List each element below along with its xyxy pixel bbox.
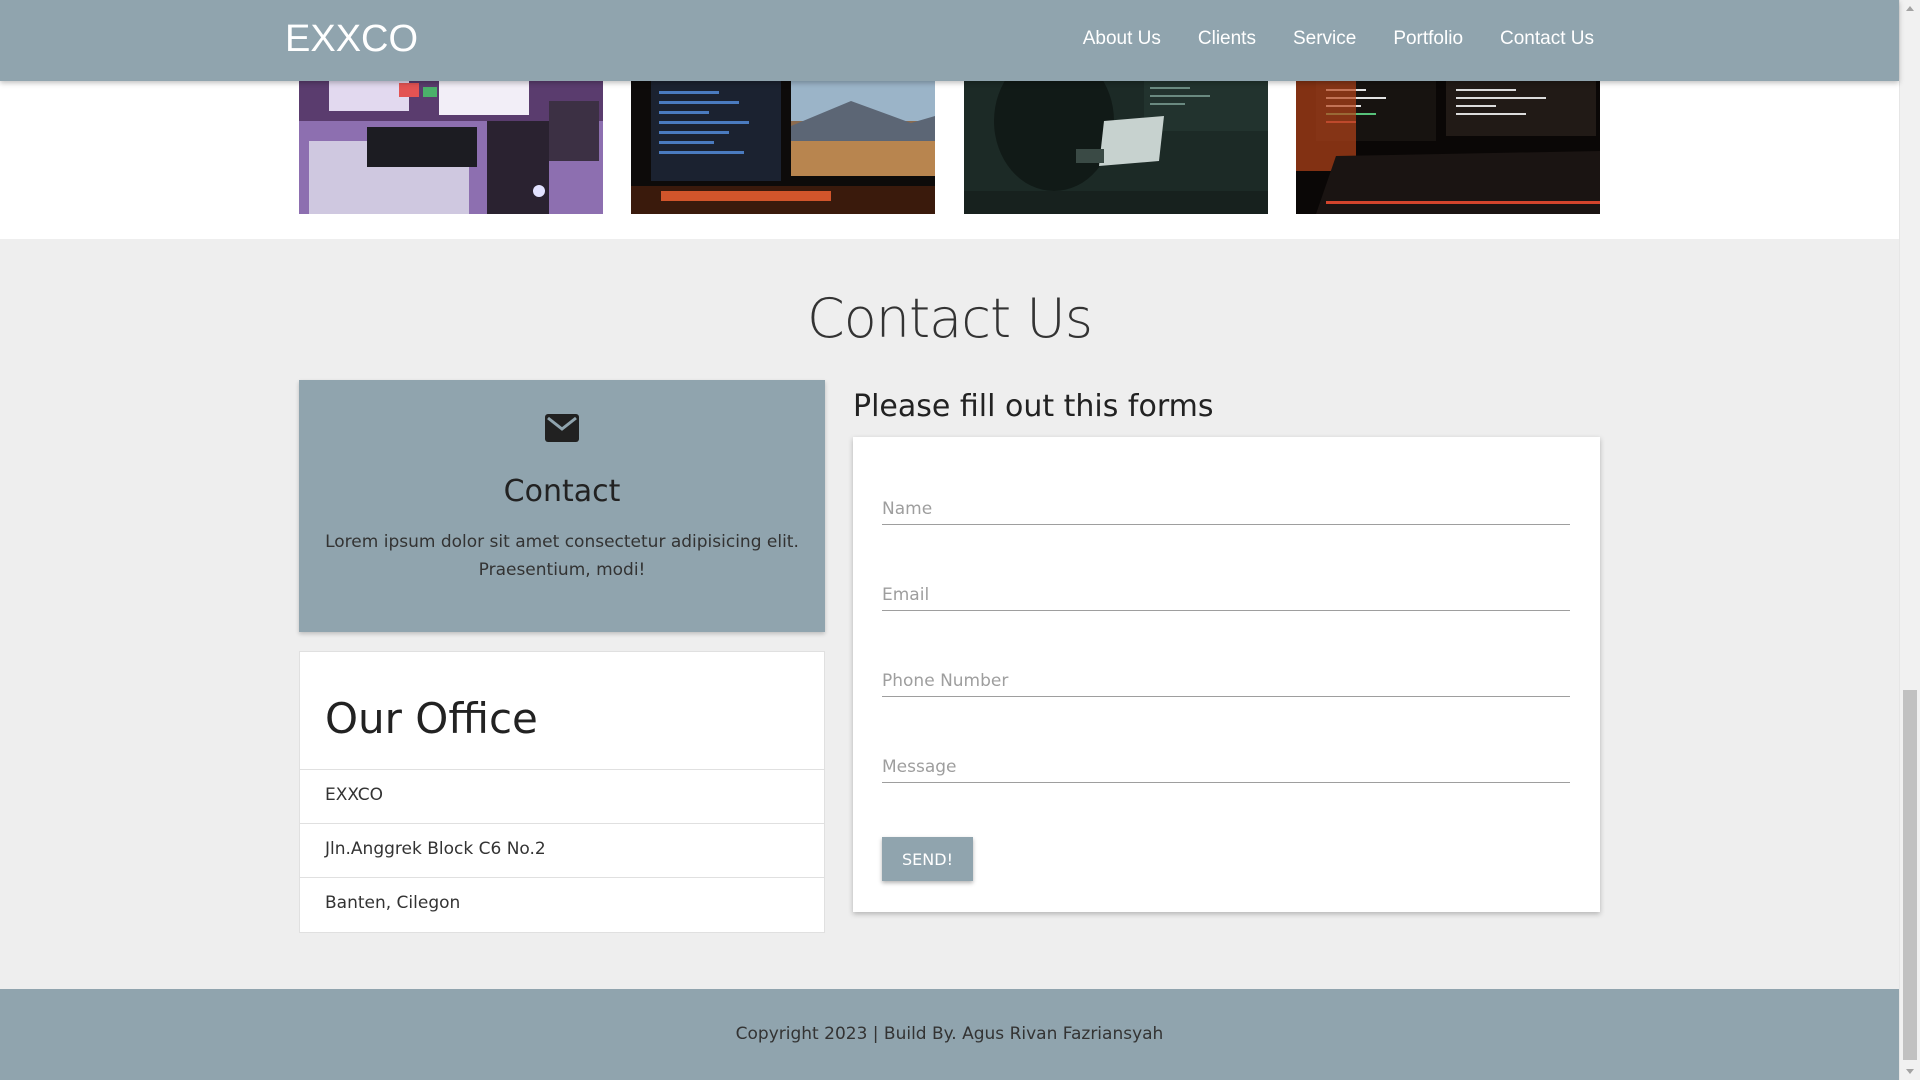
phone-number-input[interactable] xyxy=(882,651,1570,697)
contact-card-title: Contact xyxy=(503,474,621,509)
coding-monitors-image[interactable] xyxy=(631,81,935,214)
hacker-laptop-image[interactable] xyxy=(964,81,1268,214)
office-item-city: Banten, Cilegon xyxy=(325,893,461,913)
office-item-company: EXXCO xyxy=(300,770,824,824)
nav-link-portfolio[interactable]: Portfolio xyxy=(1393,28,1463,50)
footer: Copyright 2023 | Build By. Agus Rivan Fa… xyxy=(0,989,1899,1080)
contact-card-text: Lorem ipsum dolor sit amet consectetur a… xyxy=(325,532,799,580)
nav-link-service[interactable]: Service xyxy=(1293,28,1356,50)
contact-card: Contact Lorem ipsum dolor sit amet conse… xyxy=(299,380,825,632)
nav-link-clients[interactable]: Clients xyxy=(1198,28,1256,50)
form-heading: Please fill out this forms xyxy=(853,389,1214,424)
office-list: Our Office EXXCO Jln.Anggrek Block C6 No… xyxy=(299,651,825,933)
brand-logo[interactable]: EXXCO xyxy=(285,18,418,61)
desk-setup-image[interactable] xyxy=(299,81,603,214)
navbar: EXXCO About Us Clients Service Portfolio… xyxy=(0,0,1899,81)
code-keyboard-image[interactable] xyxy=(1296,81,1600,214)
footer-copyright: Copyright 2023 | Build By. Agus Rivan Fa… xyxy=(735,1024,1164,1044)
nav-link-about-us[interactable]: About Us xyxy=(1083,28,1161,50)
nav-link-contact-us[interactable]: Contact Us xyxy=(1500,28,1594,50)
scrollbar-thumb[interactable] xyxy=(1903,690,1917,1060)
office-item-address: Jln.Anggrek Block C6 No.2 xyxy=(300,824,824,878)
contact-form: SEND! xyxy=(853,437,1600,912)
office-title: Our Office xyxy=(300,652,824,770)
page-scrollbar[interactable] xyxy=(1899,0,1920,1080)
contact-section-title: Contact Us xyxy=(807,287,1093,350)
name-input[interactable] xyxy=(882,479,1570,525)
scroll-up-arrow-icon[interactable] xyxy=(1906,6,1914,11)
scroll-down-arrow-icon[interactable] xyxy=(1906,1069,1914,1074)
send-button[interactable]: SEND! xyxy=(882,837,973,881)
mail-icon xyxy=(545,414,579,442)
message-input[interactable] xyxy=(882,737,1570,783)
nav-links: About Us Clients Service Portfolio Conta… xyxy=(1046,28,1594,50)
email-input[interactable] xyxy=(882,565,1570,611)
